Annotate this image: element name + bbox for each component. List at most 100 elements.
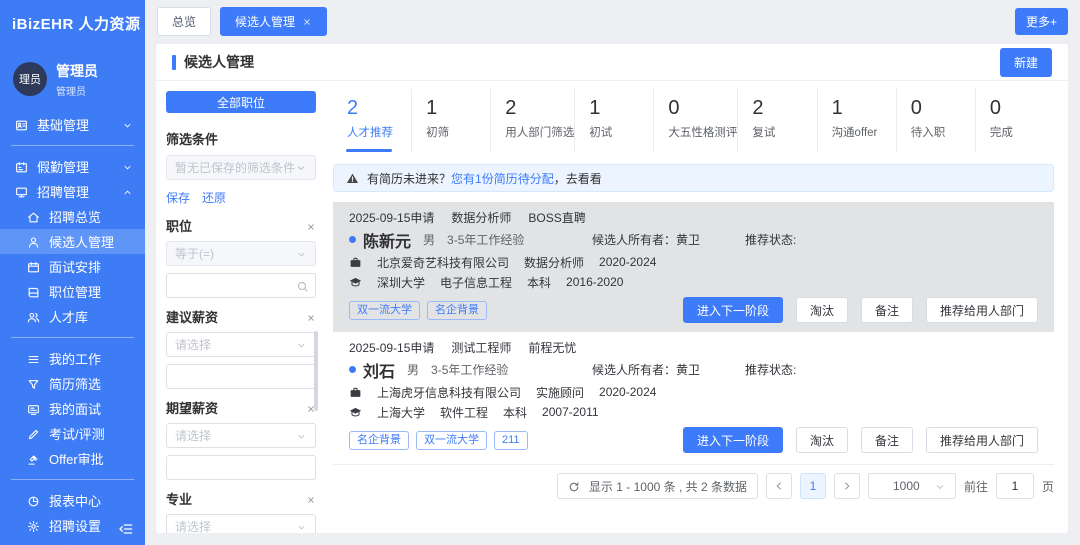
stage-label: 沟通offer — [832, 124, 896, 140]
filter-panel: 全部职位 筛选条件 暂无已保存的筛选条件 保存 还原 职位 等于(=) 建议薪资… — [166, 89, 316, 533]
candidate-tag: 名企背景 — [349, 431, 409, 450]
sidebar-item-users[interactable]: 人才库 — [0, 304, 145, 329]
collapse-sidebar-icon[interactable] — [118, 520, 134, 538]
stage-tab[interactable]: 1 初筛 — [412, 89, 491, 152]
stage-tab[interactable]: 0 完成 — [976, 89, 1054, 152]
status-dot — [349, 366, 356, 373]
briefcase-icon — [349, 385, 362, 399]
company: 上海虎牙信息科技有限公司 — [377, 384, 521, 401]
candidate-card[interactable]: 2025-09-15申请 测试工程师 前程无忧 刘石 男 3-5年工作经验 候选… — [333, 332, 1054, 462]
stage-count: 1 — [426, 96, 490, 120]
page-size-select[interactable]: 1000 — [868, 473, 956, 499]
sidebar: iBizEHR 人力资源 理员 管理员 管理员 基础管理假勤管理招聘管理招聘总览… — [0, 0, 145, 545]
book-icon — [27, 284, 40, 299]
user-name: 管理员 — [56, 63, 98, 79]
more-button[interactable]: 更多+ — [1015, 8, 1068, 35]
title-accent-bar — [172, 55, 176, 70]
filter-label: 期望薪资 — [166, 398, 218, 417]
remove-filter-icon[interactable] — [306, 218, 316, 233]
tab-overview[interactable]: 总览 — [157, 7, 211, 36]
page-number[interactable]: 1 — [800, 473, 826, 499]
recommend-button[interactable]: 推荐给用人部门 — [926, 427, 1038, 453]
sidebar-item-chart-pie[interactable]: 报表中心 — [0, 488, 145, 513]
sidebar-item-filter[interactable]: 简历筛选 — [0, 371, 145, 396]
candidate-name[interactable]: 陈新元 — [363, 228, 411, 252]
stage-tab[interactable]: 2 复试 — [738, 89, 817, 152]
sidebar-item-user[interactable]: 候选人管理 — [0, 229, 145, 254]
position-search-input[interactable] — [166, 273, 316, 298]
recommend-button[interactable]: 推荐给用人部门 — [926, 297, 1038, 323]
sidebar-item-monitor[interactable]: 招聘管理 — [0, 179, 145, 204]
all-positions-button[interactable]: 全部职位 — [166, 91, 316, 113]
sidebar-item-pen[interactable]: 考试/评测 — [0, 421, 145, 446]
stage-tab[interactable]: 2 人才推荐 — [333, 89, 412, 152]
stage-count: 0 — [911, 96, 975, 120]
saved-filters-select[interactable]: 暂无已保存的筛选条件 — [166, 155, 316, 180]
filter-group: 期望薪资 请选择 — [166, 398, 316, 480]
remark-button[interactable]: 备注 — [861, 427, 913, 453]
filter-label: 建议薪资 — [166, 307, 218, 326]
sidebar-item-calendar[interactable]: 面试安排 — [0, 254, 145, 279]
apply-date: 2025-09-15申请 — [349, 209, 434, 226]
graduation-cap-icon — [349, 275, 362, 289]
stage-label: 大五性格测评 — [668, 124, 737, 140]
pagination-total: 显示 1 - 1000 条 , 共 2 条数据 — [589, 478, 747, 495]
refresh-icon[interactable] — [568, 479, 580, 493]
remark-button[interactable]: 备注 — [861, 297, 913, 323]
calendar-icon — [27, 259, 40, 274]
status-dot — [349, 236, 356, 243]
stage-tab[interactable]: 1 初试 — [575, 89, 654, 152]
sidebar-item-home[interactable]: 招聘总览 — [0, 204, 145, 229]
close-tab-icon[interactable] — [302, 14, 312, 28]
prev-page-button[interactable] — [766, 473, 792, 499]
scrollbar-thumb[interactable] — [314, 331, 318, 411]
remove-filter-icon[interactable] — [306, 491, 316, 506]
new-button[interactable]: 新建 — [1000, 48, 1052, 77]
school: 深圳大学 — [377, 274, 425, 291]
job-title: 数据分析师 — [524, 254, 584, 271]
sidebar-item-id-card[interactable]: 基础管理 — [0, 112, 145, 137]
next-stage-button[interactable]: 进入下一阶段 — [683, 297, 783, 323]
goto-page-input[interactable] — [996, 473, 1034, 499]
page-title: 候选人管理 — [184, 52, 254, 72]
candidate-gender: 男 — [407, 361, 419, 378]
filter-value-input[interactable] — [166, 455, 316, 480]
stage-tab[interactable]: 0 大五性格测评 — [654, 89, 738, 152]
sidebar-item-menu[interactable]: 我的工作 — [0, 346, 145, 371]
sidebar-item-calendar-badge[interactable]: 假勤管理 — [0, 154, 145, 179]
eliminate-button[interactable]: 淘汰 — [796, 427, 848, 453]
filter-operator-select[interactable]: 请选择 — [166, 423, 316, 448]
tab-candidate-management[interactable]: 候选人管理 — [220, 7, 327, 36]
filter-operator-select[interactable]: 等于(=) — [166, 241, 316, 266]
sidebar-item-board[interactable]: 我的面试 — [0, 396, 145, 421]
filter-operator-select[interactable]: 请选择 — [166, 514, 316, 533]
chevron-down-icon — [296, 338, 307, 352]
eliminate-button[interactable]: 淘汰 — [796, 297, 848, 323]
user-role: 管理员 — [56, 83, 98, 98]
candidate-card[interactable]: 2025-09-15申请 数据分析师 BOSS直聘 陈新元 男 3-5年工作经验… — [333, 202, 1054, 332]
filter-value-input[interactable] — [166, 364, 316, 389]
filter-operator-select[interactable]: 请选择 — [166, 332, 316, 357]
save-filter-link[interactable]: 保存 — [166, 189, 190, 206]
sidebar-item-gavel[interactable]: Offer审批 — [0, 446, 145, 471]
candidate-owner: 候选人所有者：黄卫 — [592, 361, 745, 378]
briefcase-icon — [349, 255, 362, 269]
candidate-name[interactable]: 刘石 — [363, 358, 395, 382]
sidebar-item-book[interactable]: 职位管理 — [0, 279, 145, 304]
alert-link[interactable]: 您有1份简历待分配 — [451, 172, 554, 186]
reset-filter-link[interactable]: 还原 — [202, 189, 226, 206]
stage-tab[interactable]: 2 用人部门筛选 — [491, 89, 575, 152]
candidate-gender: 男 — [423, 231, 435, 248]
remove-filter-icon[interactable] — [306, 309, 316, 324]
candidate-experience: 3-5年工作经验 — [431, 361, 508, 378]
next-page-button[interactable] — [834, 473, 860, 499]
next-stage-button[interactable]: 进入下一阶段 — [683, 427, 783, 453]
degree: 本科 — [503, 404, 527, 421]
sidebar-item-user[interactable]: 人事管理 — [0, 538, 145, 545]
chart-pie-icon — [27, 493, 40, 508]
stage-tab[interactable]: 1 沟通offer — [818, 89, 897, 152]
user-block[interactable]: 理员 管理员 管理员 — [13, 62, 132, 98]
chevron-down-icon — [296, 247, 307, 261]
stage-label: 复试 — [752, 124, 816, 140]
stage-tab[interactable]: 0 待入职 — [897, 89, 976, 152]
